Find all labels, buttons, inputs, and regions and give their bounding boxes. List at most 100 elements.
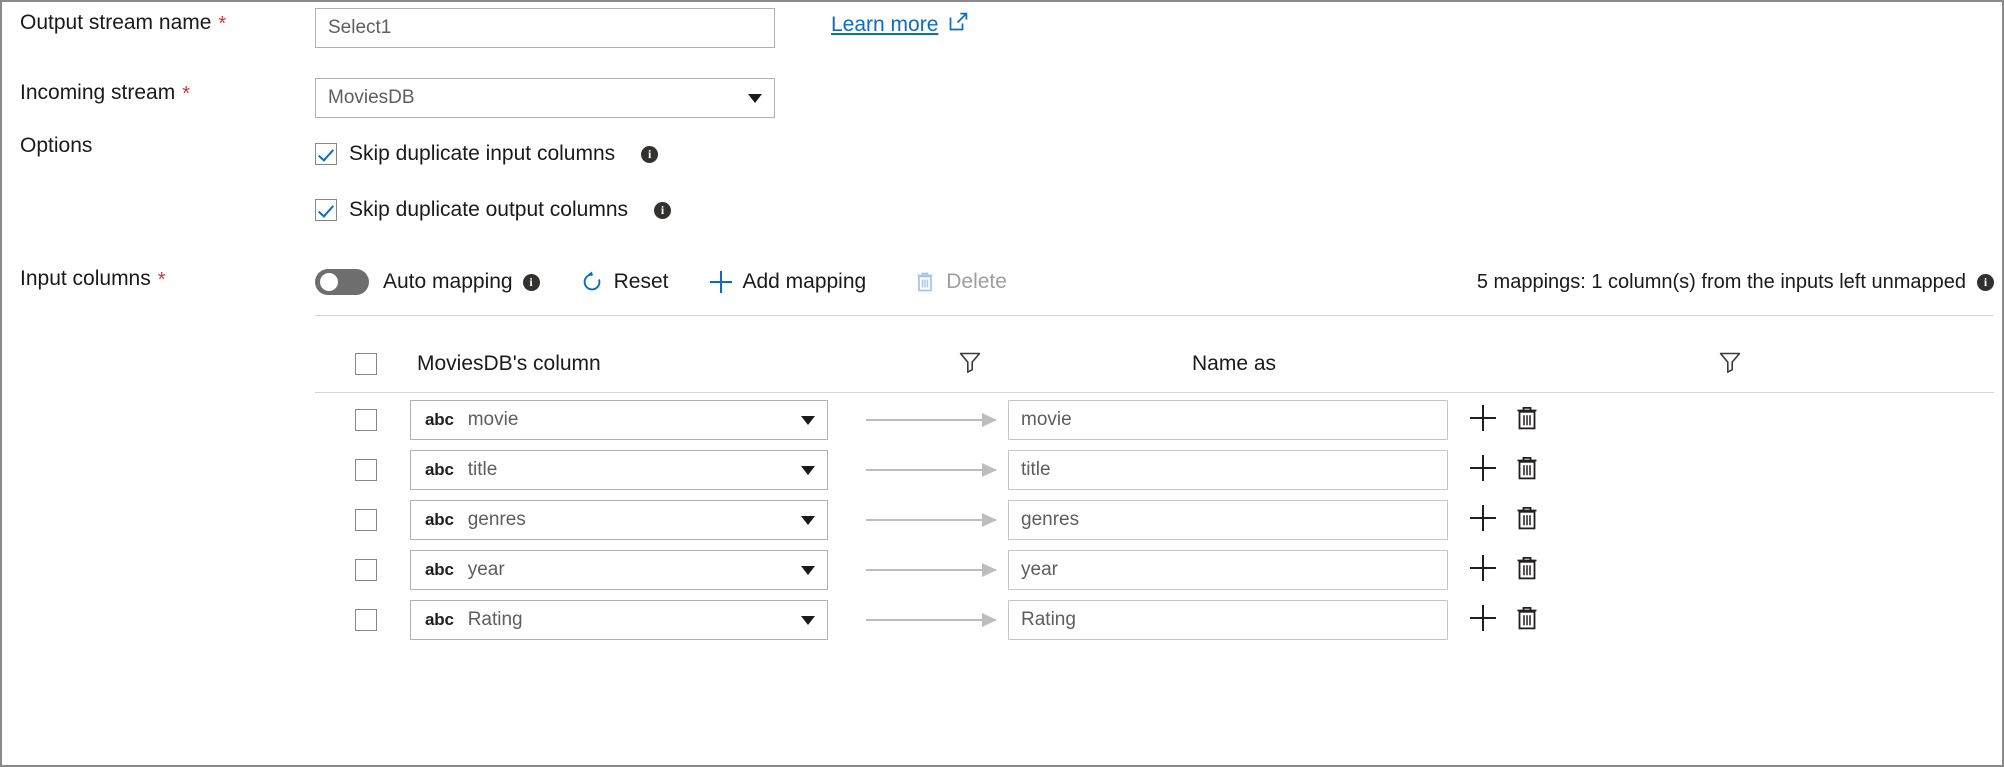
add-row-plus-icon[interactable] (1470, 505, 1496, 531)
row-select-checkbox[interactable] (355, 459, 377, 481)
auto-mapping-info-icon[interactable]: i (523, 274, 540, 291)
output-stream-name-value: Select1 (328, 17, 391, 39)
source-column-value: movie (468, 409, 801, 431)
target-name-input[interactable]: genres (1008, 500, 1448, 540)
delete-row-trash-icon[interactable] (1514, 404, 1540, 432)
mappings-status-note: 5 mappings: 1 column(s) from the inputs … (1477, 271, 1994, 294)
select-all-checkbox[interactable] (355, 353, 377, 375)
row-select-checkbox[interactable] (355, 559, 377, 581)
input-columns-label: Input columns (20, 268, 151, 289)
chevron-down-icon (801, 466, 815, 475)
trash-icon (914, 270, 936, 294)
target-name-input[interactable]: year (1008, 550, 1448, 590)
skip-duplicate-output-columns-label: Skip duplicate output columns (349, 198, 628, 222)
plus-icon (710, 271, 732, 293)
skip-duplicate-output-columns-checkbox[interactable] (315, 199, 337, 221)
chevron-down-icon (748, 94, 762, 103)
mapping-arrow-icon (866, 419, 996, 421)
target-name-value: title (1021, 459, 1051, 481)
chevron-down-icon (801, 516, 815, 525)
input-columns-row: Input columns * (20, 268, 166, 289)
mapping-arrow-icon (866, 619, 996, 621)
add-row-plus-icon[interactable] (1470, 455, 1496, 481)
skip-duplicate-input-columns-row[interactable]: Skip duplicate input columns i (315, 142, 658, 166)
auto-mapping-label: Auto mapping (383, 270, 513, 294)
source-column-dropdown[interactable]: abc year (410, 550, 828, 590)
add-row-plus-icon[interactable] (1470, 555, 1496, 581)
auto-mapping-label-group: Auto mapping i (383, 270, 540, 294)
row-select-checkbox[interactable] (355, 509, 377, 531)
row-select-checkbox[interactable] (355, 609, 377, 631)
table-row: abc year year (315, 550, 1994, 590)
skip-duplicate-output-columns-info-icon[interactable]: i (654, 202, 671, 219)
skip-duplicate-output-columns-row[interactable]: Skip duplicate output columns i (315, 198, 671, 222)
output-stream-name-required-marker: * (218, 14, 226, 34)
table-row: abc movie movie (315, 400, 1994, 440)
target-name-input[interactable]: Rating (1008, 600, 1448, 640)
source-column-filter[interactable] (957, 340, 983, 388)
learn-more-link[interactable]: Learn more (831, 11, 969, 38)
chevron-down-icon (801, 416, 815, 425)
source-column-value: title (468, 459, 801, 481)
auto-mapping-toggle[interactable] (315, 269, 369, 295)
source-column-dropdown[interactable]: abc movie (410, 400, 828, 440)
skip-duplicate-input-columns-label: Skip duplicate input columns (349, 142, 615, 166)
add-row-plus-icon[interactable] (1470, 605, 1496, 631)
reset-button[interactable]: Reset (580, 270, 669, 294)
source-column-header-label: MoviesDB's column (417, 352, 601, 376)
options-row: Options (20, 135, 92, 156)
mapping-arrow-icon (866, 519, 996, 521)
row-actions (1470, 504, 1540, 532)
auto-mapping-toggle-knob (320, 273, 338, 291)
incoming-stream-dropdown[interactable]: MoviesDB (315, 78, 775, 118)
row-actions (1470, 604, 1540, 632)
skip-duplicate-input-columns-checkbox[interactable] (315, 143, 337, 165)
row-select-checkbox[interactable] (355, 409, 377, 431)
add-row-plus-icon[interactable] (1470, 405, 1496, 431)
target-name-value: year (1021, 559, 1058, 581)
source-column-type-badge: abc (425, 560, 454, 580)
skip-duplicate-input-columns-info-icon[interactable]: i (641, 146, 658, 163)
filter-funnel-icon (1717, 349, 1743, 380)
target-name-value: genres (1021, 509, 1079, 531)
incoming-stream-required-marker: * (182, 84, 190, 104)
target-name-input[interactable]: title (1008, 450, 1448, 490)
source-column-value: genres (468, 509, 801, 531)
mapping-toolbar: Auto mapping i Reset Add mapping (315, 260, 1994, 304)
delete-row-trash-icon[interactable] (1514, 454, 1540, 482)
mappings-status-info-icon[interactable]: i (1977, 274, 1994, 291)
target-name-value: movie (1021, 409, 1072, 431)
delete-row-trash-icon[interactable] (1514, 504, 1540, 532)
options-label: Options (20, 135, 92, 156)
source-column-dropdown[interactable]: abc Rating (410, 600, 828, 640)
add-mapping-label: Add mapping (742, 270, 866, 294)
learn-more-label: Learn more (831, 13, 938, 37)
target-name-input[interactable]: movie (1008, 400, 1448, 440)
incoming-stream-value: MoviesDB (328, 87, 415, 109)
output-stream-name-input[interactable]: Select1 (315, 8, 775, 48)
external-link-icon (948, 11, 969, 38)
delete-row-trash-icon[interactable] (1514, 554, 1540, 582)
source-column-type-badge: abc (425, 410, 454, 430)
input-columns-required-marker: * (158, 270, 166, 290)
incoming-stream-row: Incoming stream * (20, 82, 190, 103)
source-column-dropdown[interactable]: abc title (410, 450, 828, 490)
select-all-header-cell (355, 340, 377, 388)
mapping-arrow-icon (866, 469, 996, 471)
source-column-type-badge: abc (425, 610, 454, 630)
target-column-filter[interactable] (1717, 340, 1743, 388)
mapping-arrow-icon (866, 569, 996, 571)
source-column-dropdown[interactable]: abc genres (410, 500, 828, 540)
target-name-value: Rating (1021, 609, 1076, 631)
delete-button[interactable]: Delete (914, 270, 1007, 294)
row-actions (1470, 404, 1540, 432)
delete-label: Delete (946, 270, 1007, 294)
row-actions (1470, 554, 1540, 582)
target-column-header: Name as (1192, 340, 1276, 388)
table-row: abc title title (315, 450, 1994, 490)
delete-row-trash-icon[interactable] (1514, 604, 1540, 632)
mappings-status-text: 5 mappings: 1 column(s) from the inputs … (1477, 271, 1966, 294)
source-column-value: Rating (468, 609, 801, 631)
output-stream-name-label: Output stream name (20, 12, 211, 33)
add-mapping-button[interactable]: Add mapping (710, 270, 866, 294)
